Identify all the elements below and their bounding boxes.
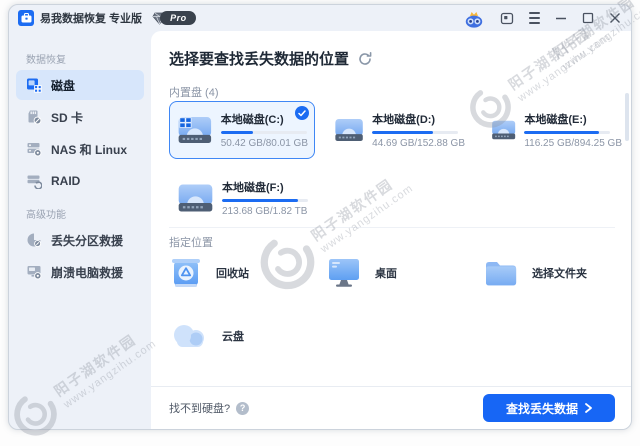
disk-card-c[interactable]: 本地磁盘(C:) 50.42 GB/80.01 GB — [169, 101, 315, 159]
app-logo-icon — [18, 10, 34, 26]
disk-name: 本地磁盘(E:) — [524, 114, 587, 126]
location-cloud-drive[interactable]: 云盘 — [169, 321, 326, 351]
nas-icon — [27, 143, 42, 157]
sidebar-item-crashed-pc[interactable]: 崩溃电脑救援 — [16, 257, 144, 287]
disk-usage-bar — [220, 131, 307, 134]
recycle-bin-icon — [172, 259, 200, 287]
internal-disks-label: 内置盘 (4) — [169, 87, 219, 99]
app-window: 易我数据恢复 专业版 Pro 数据恢复 磁盘 SD 卡 NAS 和 Linux … — [8, 4, 632, 430]
sidebar-item-label: SD 卡 — [51, 110, 84, 125]
location-label: 云盘 — [222, 331, 244, 343]
sidebar-section-advanced: 高级功能 — [26, 210, 66, 221]
location-recycle-bin[interactable]: 回收站 — [169, 255, 326, 291]
location-select-folder[interactable]: 选择文件夹 — [483, 255, 631, 291]
sidebar-section-data-recovery: 数据恢复 — [26, 55, 66, 66]
desktop-icon — [329, 259, 359, 287]
sidebar-item-label: 磁盘 — [51, 78, 76, 93]
page-title: 选择要查找丢失数据的位置 — [169, 51, 350, 68]
refresh-icon[interactable] — [358, 51, 372, 66]
disk-size: 116.25 GB/894.25 GB — [524, 138, 622, 149]
help-icon[interactable]: ? — [236, 401, 250, 415]
selected-check-icon — [295, 106, 309, 120]
scan-button[interactable]: 查找丢失数据 — [483, 394, 615, 422]
sidebar: 数据恢复 磁盘 SD 卡 NAS 和 Linux RAID 高级功能 丢失分区救… — [9, 31, 151, 429]
disk-name: 本地磁盘(F:) — [222, 182, 284, 194]
disk-card-f[interactable]: 本地磁盘(F:) 213.68 GB/1.82 TB — [169, 169, 315, 227]
disk-size: 44.69 GB/152.88 GB — [372, 138, 465, 149]
disk-name: 本地磁盘(D:) — [372, 114, 436, 126]
minimize-button[interactable] — [555, 12, 567, 24]
disk-size: 213.68 GB/1.82 TB — [222, 206, 308, 217]
gift-icon[interactable] — [500, 11, 514, 25]
windows-logo-icon — [179, 117, 192, 128]
cant-find-disk-link[interactable]: 找不到硬盘? — [169, 400, 230, 416]
disk-usage-bar — [372, 131, 459, 134]
sidebar-item-disk[interactable]: 磁盘 — [16, 70, 144, 100]
pro-badge: Pro — [152, 11, 196, 25]
chevron-right-icon — [585, 403, 592, 413]
cloud-icon — [174, 325, 204, 347]
disk-size: 50.42 GB/80.01 GB — [220, 138, 308, 149]
disk-icon — [27, 78, 42, 93]
drive-icon — [178, 117, 212, 143]
sidebar-item-nas-linux[interactable]: NAS 和 Linux — [16, 134, 144, 164]
location-label: 选择文件夹 — [532, 268, 587, 280]
lost-partition-icon — [27, 233, 42, 248]
maximize-button[interactable] — [582, 12, 594, 24]
sd-card-icon — [28, 110, 42, 125]
location-label: 桌面 — [375, 268, 397, 280]
titlebar: 易我数据恢复 专业版 Pro — [9, 5, 631, 31]
drive-icon — [492, 120, 516, 140]
sidebar-item-label: NAS 和 Linux — [51, 142, 128, 157]
app-title: 易我数据恢复 专业版 — [40, 13, 143, 25]
crashed-pc-icon — [27, 266, 42, 280]
sidebar-item-label: RAID — [51, 174, 81, 188]
sidebar-item-raid[interactable]: RAID — [16, 166, 144, 196]
mascot-upgrade-icon[interactable] — [463, 9, 485, 28]
specified-location-label: 指定位置 — [169, 237, 213, 249]
scan-button-label: 查找丢失数据 — [505, 401, 578, 416]
footer-bar: 找不到硬盘? ? 查找丢失数据 — [151, 386, 631, 429]
menu-icon[interactable] — [529, 11, 540, 25]
sidebar-item-sd-card[interactable]: SD 卡 — [16, 102, 144, 132]
disk-card-e[interactable]: 本地磁盘(E:) 116.25 GB/894.25 GB — [483, 101, 629, 159]
section-divider — [169, 227, 615, 228]
sidebar-item-lost-partition[interactable]: 丢失分区救援 — [16, 225, 144, 255]
drive-icon — [178, 184, 213, 212]
main-panel: 选择要查找丢失数据的位置 内置盘 (4) 本地磁盘(C:) 50.42 GB/8… — [151, 31, 631, 429]
sidebar-item-label: 崩溃电脑救援 — [51, 265, 124, 280]
scrollbar-thumb[interactable] — [625, 93, 629, 141]
location-label: 回收站 — [216, 268, 249, 280]
disk-usage-bar — [222, 199, 308, 202]
sidebar-item-label: 丢失分区救援 — [51, 233, 124, 248]
close-button[interactable] — [609, 12, 621, 24]
raid-icon — [27, 175, 42, 189]
disk-usage-bar — [524, 131, 611, 134]
drive-icon — [335, 119, 363, 141]
disk-card-d[interactable]: 本地磁盘(D:) 44.69 GB/152.88 GB — [326, 101, 472, 159]
location-desktop[interactable]: 桌面 — [326, 255, 483, 291]
pro-badge-label: Pro — [160, 11, 196, 25]
folder-icon — [486, 262, 517, 286]
